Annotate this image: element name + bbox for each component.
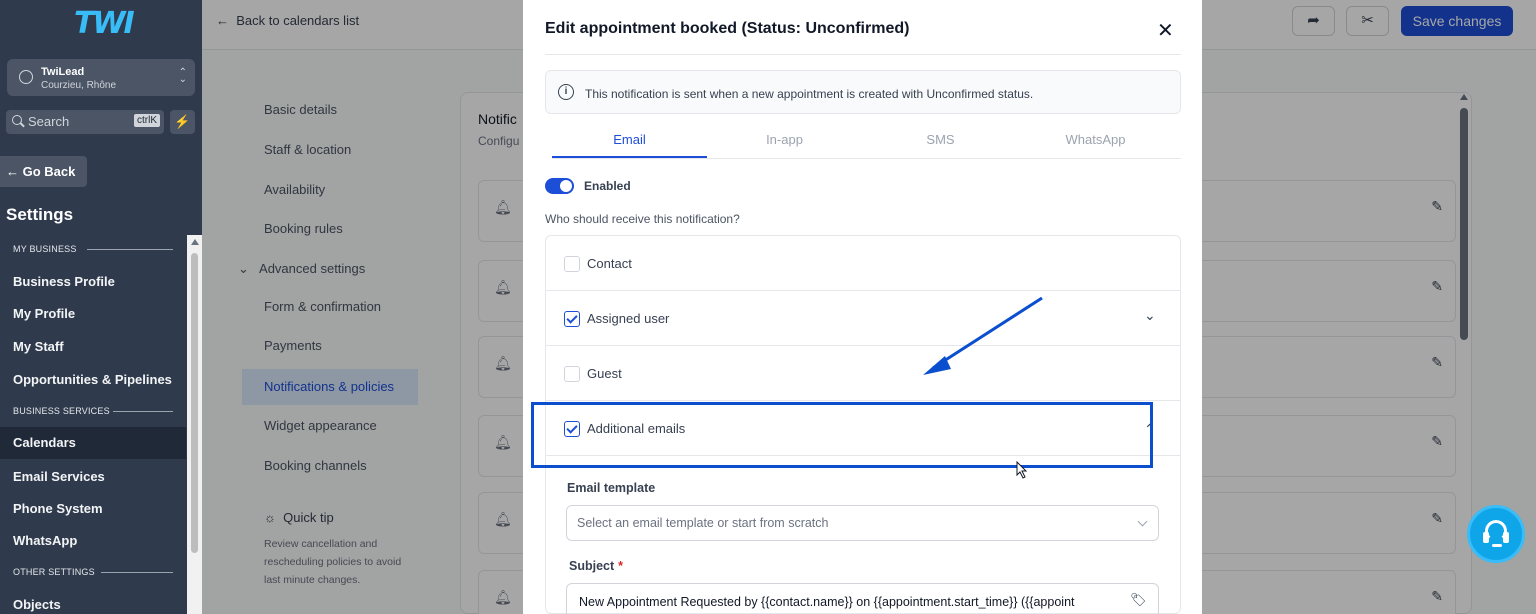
headset-ear	[1483, 532, 1489, 543]
app-logo[interactable]: TWI	[74, 6, 135, 46]
sidebar-item-email-services[interactable]: Email Services	[13, 469, 105, 484]
subject-label-text: Subject	[569, 559, 615, 573]
sidebar-item-opportunities[interactable]: Opportunities & Pipelines	[13, 372, 172, 387]
tag-icon[interactable]: 🏷︎	[1130, 592, 1152, 610]
sidebar: TWI TwiLead Courzieu, Rhône ⌃ ⌄ Search ct…	[0, 0, 202, 614]
sidebar-item-whatsapp[interactable]: WhatsApp	[13, 533, 77, 548]
email-template-placeholder: Select an email template or start from s…	[577, 516, 829, 530]
info-text: This notification is sent when a new app…	[585, 87, 1034, 101]
modal-divider	[545, 54, 1181, 55]
lightning-icon[interactable]: ⚡	[170, 110, 195, 134]
annotation-highlight-box	[531, 402, 1153, 468]
close-icon[interactable]: ✕	[1157, 18, 1174, 43]
section-business-services: BUSINESS SERVICES	[13, 406, 173, 416]
chevron-down-icon[interactable]: ⌄	[1144, 307, 1156, 324]
channel-tabs: Email In-app SMS WhatsApp	[552, 126, 1181, 159]
email-template-label: Email template	[567, 481, 656, 495]
active-tab-indicator	[552, 156, 707, 158]
sidebar-item-calendars[interactable]: Calendars	[13, 435, 76, 450]
modal-title: Edit appointment booked (Status: Unconfi…	[545, 20, 910, 37]
scrollbar-thumb[interactable]	[191, 253, 198, 553]
tab-in-app[interactable]: In-app	[707, 132, 862, 147]
search-icon	[12, 115, 22, 125]
subject-input[interactable]: New Appointment Requested by {{contact.n…	[566, 583, 1159, 614]
required-marker: *	[618, 559, 624, 573]
go-back-button[interactable]: ← Go Back	[0, 156, 87, 187]
search-shortcut: ctrlK	[134, 114, 160, 127]
search-input[interactable]: Search ctrlK	[6, 110, 164, 134]
tab-email[interactable]: Email	[552, 132, 707, 147]
guest-checkbox[interactable]	[564, 366, 580, 382]
scroll-up-icon[interactable]	[191, 239, 199, 245]
search-placeholder: Search	[28, 114, 70, 129]
enabled-label: Enabled	[584, 179, 631, 193]
headset-mic	[1492, 544, 1502, 547]
recipient-row-guest[interactable]: Guest	[546, 346, 1180, 401]
sidebar-item-objects[interactable]: Objects	[13, 597, 61, 612]
settings-menu: MY BUSINESS Business Profile My Profile …	[0, 235, 186, 614]
subject-label: Subject *	[569, 559, 623, 573]
recipient-row-contact[interactable]: Contact	[546, 236, 1180, 291]
tab-sms[interactable]: SMS	[863, 132, 1018, 147]
account-switcher[interactable]: TwiLead Courzieu, Rhône ⌃ ⌄	[7, 59, 195, 96]
chevron-down-icon	[1137, 516, 1148, 527]
recipient-row-assigned-user[interactable]: Assigned user ⌄	[546, 291, 1180, 346]
sidebar-item-phone-system[interactable]: Phone System	[13, 501, 103, 516]
headset-ear	[1503, 532, 1509, 543]
sidebar-item-my-staff[interactable]: My Staff	[13, 339, 64, 354]
user-icon	[19, 70, 33, 84]
recipients-question: Who should receive this notification?	[545, 212, 740, 226]
subject-value: New Appointment Requested by {{contact.n…	[579, 595, 1075, 609]
info-icon: i	[558, 84, 574, 100]
section-other-settings: OTHER SETTINGS	[13, 567, 173, 577]
sidebar-scrollbar[interactable]	[187, 235, 202, 614]
edit-notification-modal: Edit appointment booked (Status: Unconfi…	[523, 0, 1202, 614]
contact-checkbox[interactable]	[564, 256, 580, 272]
settings-title: Settings	[6, 205, 74, 224]
enabled-toggle[interactable]	[545, 178, 574, 194]
recipient-label: Contact	[587, 256, 632, 271]
go-back-label: Go Back	[22, 164, 76, 179]
account-location: Courzieu, Rhône	[41, 80, 117, 91]
support-headset-icon[interactable]	[1467, 505, 1525, 563]
section-my-business: MY BUSINESS	[13, 244, 172, 254]
account-name: TwiLead	[41, 66, 85, 78]
email-template-select[interactable]: Select an email template or start from s…	[566, 505, 1159, 541]
recipient-label: Assigned user	[587, 311, 670, 326]
mouse-cursor-icon	[1016, 461, 1028, 479]
info-banner: i This notification is sent when a new a…	[545, 70, 1181, 114]
recipient-label: Guest	[587, 366, 622, 381]
chevron-up-down-icon: ⌃ ⌄	[178, 67, 187, 85]
sidebar-item-my-profile[interactable]: My Profile	[13, 306, 75, 321]
tab-whatsapp[interactable]: WhatsApp	[1018, 132, 1173, 147]
sidebar-item-business-profile[interactable]: Business Profile	[13, 274, 115, 289]
assigned-user-checkbox[interactable]	[564, 311, 580, 327]
